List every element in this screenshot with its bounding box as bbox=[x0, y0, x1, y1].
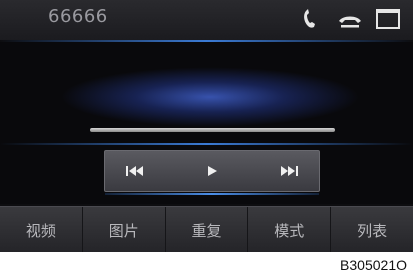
visualizer-glow bbox=[60, 67, 360, 127]
phone-button[interactable] bbox=[295, 4, 329, 34]
window-icon bbox=[376, 9, 400, 29]
hang-up-icon bbox=[339, 16, 361, 28]
hang-up-button[interactable] bbox=[333, 4, 367, 34]
top-icon-group bbox=[295, 4, 405, 36]
next-track-icon bbox=[281, 166, 298, 176]
status-bar: 66666 bbox=[0, 0, 413, 40]
menu-item-repeat[interactable]: 重复 bbox=[166, 207, 249, 252]
source-title: 66666 bbox=[48, 6, 108, 27]
menu-item-pictures[interactable]: 图片 bbox=[83, 207, 166, 252]
progress-bar[interactable] bbox=[90, 128, 335, 132]
bottom-menu: 视频 图片 重复 模式 列表 bbox=[0, 206, 413, 252]
play-button[interactable] bbox=[182, 151, 242, 191]
middle-divider-line bbox=[0, 143, 413, 145]
window-button[interactable] bbox=[371, 4, 405, 34]
next-track-button[interactable] bbox=[259, 151, 319, 191]
previous-track-icon bbox=[126, 166, 143, 176]
play-icon bbox=[208, 166, 217, 176]
media-player-screen: 66666 视频 图片 重复 模式 列表 bbox=[0, 0, 413, 252]
menu-item-list[interactable]: 列表 bbox=[331, 207, 413, 252]
playback-controls bbox=[104, 150, 320, 195]
figure-code: B305021O bbox=[340, 257, 407, 273]
phone-handset-icon bbox=[304, 9, 315, 28]
menu-item-video[interactable]: 视频 bbox=[0, 207, 83, 252]
controls-underline bbox=[105, 193, 319, 195]
menu-item-mode[interactable]: 模式 bbox=[248, 207, 332, 252]
previous-track-button[interactable] bbox=[105, 151, 165, 191]
display-area bbox=[0, 42, 413, 204]
